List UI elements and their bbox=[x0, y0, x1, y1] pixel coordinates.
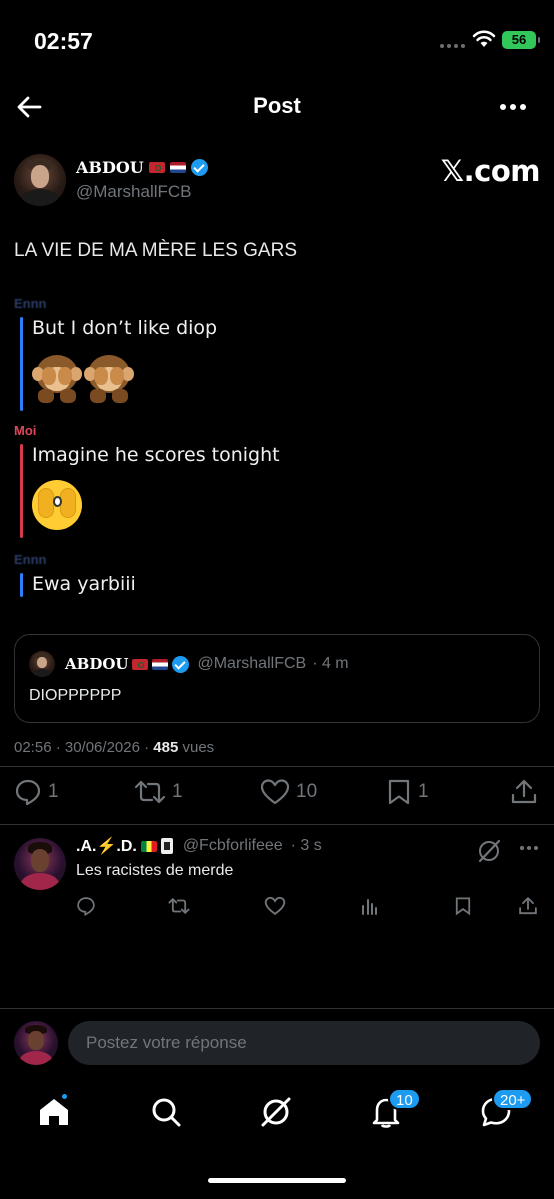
repost-icon bbox=[134, 778, 166, 806]
chat-sender: Moi bbox=[14, 423, 37, 438]
chat-sender: Ennn bbox=[14, 296, 47, 311]
status-time: 02:57 bbox=[34, 28, 93, 54]
chat-message: But I don’t like diop bbox=[14, 317, 514, 411]
notifications-badge: 10 bbox=[388, 1088, 421, 1110]
chat-message-text: Imagine he scores tonight bbox=[32, 444, 280, 466]
quoted-post-text: DIOPPPPPP bbox=[29, 687, 122, 704]
post-text: LA VIE DE MA MÈRE LES GARS bbox=[14, 240, 297, 261]
status-bar: 02:57 56 bbox=[0, 0, 554, 80]
bookmark-button[interactable]: 1 bbox=[386, 778, 429, 806]
search-icon bbox=[148, 1098, 184, 1134]
reply-views-icon[interactable] bbox=[360, 896, 380, 921]
reply-text: Les racistes de merde bbox=[76, 862, 234, 879]
post-author: ABDOU @MarshallFCB 𝕏.com bbox=[14, 152, 541, 208]
chat-message-text: Ewa yarbiii bbox=[32, 573, 136, 595]
post-meta: 02:56 · 30/06/2026 · 485 vues bbox=[14, 739, 214, 756]
repost-button[interactable]: 1 bbox=[134, 778, 183, 806]
chat-sender: Ennn bbox=[14, 552, 47, 567]
morocco-flag-icon bbox=[148, 162, 165, 173]
like-count: 10 bbox=[296, 781, 318, 802]
verified-badge-icon bbox=[172, 655, 190, 673]
grok-icon bbox=[258, 1097, 294, 1134]
reply-author-row: .A.⚡️.D. @Fcbforlifeee · 3 s bbox=[76, 836, 322, 856]
reply-composer bbox=[0, 1008, 554, 1078]
tab-search[interactable] bbox=[148, 1094, 188, 1134]
joker-card-icon bbox=[160, 838, 173, 854]
grok-icon[interactable] bbox=[476, 838, 502, 869]
reply-time: · 3 s bbox=[290, 837, 322, 854]
quoted-author-handle: @MarshallFCB bbox=[197, 655, 307, 672]
x-logo-watermark: 𝕏.com bbox=[440, 154, 541, 188]
reply-share-icon[interactable] bbox=[518, 896, 538, 921]
chat-message: Imagine he scores tonight bbox=[14, 444, 514, 538]
post-timestamp: 02:56 · 30/06/2026 · bbox=[14, 739, 154, 756]
reply-count: 1 bbox=[48, 781, 59, 802]
home-icon bbox=[36, 1099, 72, 1134]
reply-reply-icon[interactable] bbox=[76, 896, 96, 921]
tab-notifications[interactable]: 10 bbox=[368, 1088, 421, 1134]
quoted-author-row: ABDOU @MarshallFCB · 4 m bbox=[65, 655, 349, 673]
bookmark-icon bbox=[386, 778, 412, 806]
author-avatar[interactable] bbox=[14, 154, 66, 206]
home-notification-dot bbox=[60, 1092, 69, 1101]
home-indicator bbox=[208, 1178, 346, 1183]
reply-author-name[interactable]: .A.⚡️.D. bbox=[76, 836, 137, 856]
divider bbox=[0, 824, 554, 825]
cellular-signal-icon bbox=[440, 44, 465, 48]
tab-home[interactable] bbox=[36, 1092, 76, 1134]
author-handle[interactable]: @MarshallFCB bbox=[76, 182, 192, 202]
see-no-evil-monkey-icon bbox=[32, 353, 514, 403]
reply-icon bbox=[14, 778, 42, 806]
reply-more-icon[interactable] bbox=[520, 846, 538, 850]
chat-message: Ewa yarbiii bbox=[14, 573, 514, 597]
reply-bookmark-icon[interactable] bbox=[454, 896, 472, 921]
more-options-icon[interactable] bbox=[500, 104, 526, 110]
divider bbox=[0, 766, 554, 767]
chat-screenshot: Ennn But I don’t like diop Moi Imagine h… bbox=[14, 296, 514, 597]
wifi-icon bbox=[472, 30, 496, 53]
chat-message-text: But I don’t like diop bbox=[32, 317, 218, 339]
messages-badge: 20+ bbox=[492, 1088, 534, 1110]
bell-icon bbox=[368, 1098, 404, 1134]
bottom-tab-bar: 10 20+ bbox=[0, 1082, 554, 1142]
morocco-flag-icon bbox=[132, 658, 149, 670]
reply-author-handle[interactable]: @Fcbforlifeee bbox=[183, 837, 283, 855]
tab-grok[interactable] bbox=[258, 1094, 298, 1134]
tab-messages[interactable]: 20+ bbox=[478, 1088, 534, 1134]
post-actions: 1 1 10 1 bbox=[14, 778, 540, 814]
netherlands-flag-icon bbox=[152, 658, 169, 670]
reply-post[interactable]: .A.⚡️.D. @Fcbforlifeee · 3 s Les raciste… bbox=[0, 826, 554, 926]
page-title: Post bbox=[253, 93, 301, 118]
messages-icon bbox=[478, 1097, 514, 1134]
user-avatar bbox=[14, 1021, 58, 1065]
repost-count: 1 bbox=[172, 781, 183, 802]
share-button[interactable] bbox=[510, 778, 538, 806]
author-name[interactable]: ABDOU bbox=[76, 158, 144, 177]
quoted-post[interactable]: ABDOU @MarshallFCB · 4 m DIOPPPPPP bbox=[14, 634, 540, 723]
reply-input[interactable] bbox=[68, 1021, 540, 1065]
views-label: vues bbox=[178, 739, 215, 756]
quoted-post-time: · 4 m bbox=[312, 655, 349, 672]
view-count[interactable]: 485 bbox=[153, 739, 178, 756]
post-header: Post bbox=[0, 80, 554, 134]
battery-icon: 56 bbox=[502, 31, 540, 49]
quoted-author-avatar bbox=[29, 651, 55, 677]
verified-badge-icon bbox=[190, 159, 208, 176]
face-with-peeking-eye-icon bbox=[32, 480, 82, 530]
netherlands-flag-icon bbox=[169, 162, 186, 173]
author-name-row[interactable]: ABDOU bbox=[76, 158, 208, 177]
share-icon bbox=[510, 778, 538, 806]
reply-like-icon[interactable] bbox=[264, 896, 286, 921]
senegal-flag-icon bbox=[140, 840, 157, 852]
reply-author-avatar[interactable] bbox=[14, 838, 66, 890]
bookmark-count: 1 bbox=[418, 781, 429, 802]
heart-icon bbox=[260, 778, 290, 806]
reply-repost-icon[interactable] bbox=[168, 896, 190, 921]
quoted-author-name: ABDOU bbox=[65, 655, 129, 673]
like-button[interactable]: 10 bbox=[260, 778, 317, 806]
reply-button[interactable]: 1 bbox=[14, 778, 59, 806]
